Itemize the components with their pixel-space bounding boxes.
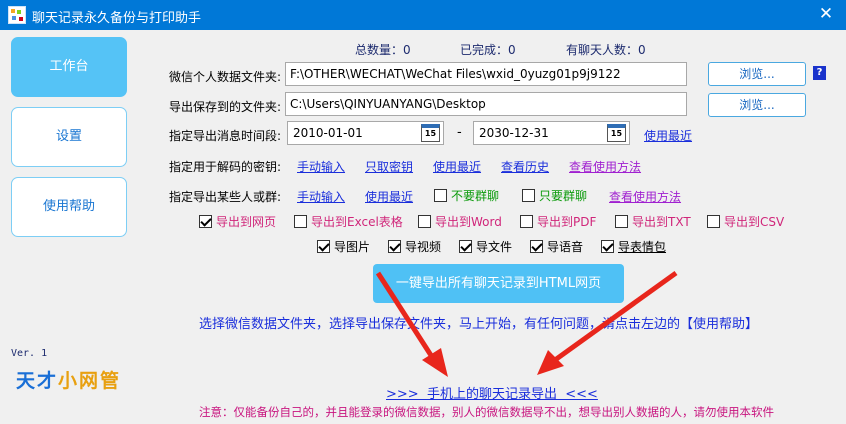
date-dash: - (457, 125, 462, 140)
notice-text: 注意：仅能备份自己的，并且能登录的微信数据，别人的微信数据导不出，想导出别人数据… (199, 405, 774, 419)
browse-data-folder-button[interactable]: 浏览... (708, 62, 806, 86)
only-group-checkbox[interactable]: 只要群聊 (522, 187, 587, 204)
save-folder-label: 导出保存到的文件夹: (169, 100, 282, 114)
key-history-link[interactable]: 查看历史 (501, 158, 549, 175)
calendar-icon[interactable]: 15 (421, 124, 440, 142)
checkbox-box[interactable] (434, 189, 447, 202)
key-use-recent-link[interactable]: 使用最近 (433, 158, 481, 175)
who-manual-input-link[interactable]: 手动输入 (297, 188, 345, 205)
export-txt-checkbox[interactable]: 导出到TXT (615, 213, 691, 230)
export-pdf-checkbox[interactable]: 导出到PDF (520, 213, 596, 230)
sidebar-item-workbench[interactable]: 工作台 (11, 37, 127, 97)
export-html-checkbox[interactable]: 导出到网页 (199, 213, 276, 230)
calendar-icon[interactable]: 15 (607, 124, 626, 142)
sidebar-item-help[interactable]: 使用帮助 (11, 177, 127, 237)
help-icon[interactable]: ? (813, 66, 826, 80)
key-fetch-only-link[interactable]: 只取密钥 (365, 158, 413, 175)
who-use-recent-link[interactable]: 使用最近 (365, 188, 413, 205)
close-button[interactable]: ✕ (806, 0, 846, 30)
who-label: 指定导出某些人或群: (169, 190, 282, 204)
date-range-label: 指定导出消息时间段: (169, 129, 282, 143)
media-voice-checkbox[interactable]: 导语音 (530, 238, 583, 255)
logo-part1: 天才 (16, 370, 59, 392)
contacts-count: 有聊天人数：0 (566, 43, 646, 57)
data-folder-input[interactable]: F:\OTHER\WECHAT\WeChat Files\wxid_0yuzg0… (285, 62, 687, 86)
data-folder-label: 微信个人数据文件夹: (169, 70, 282, 84)
total-count: 总数量：0 (355, 43, 411, 57)
title-bar: 聊天记录永久备份与打印助手 ✕ (0, 0, 846, 30)
key-howto-link[interactable]: 查看使用方法 (569, 158, 641, 175)
key-label: 指定用于解码的密钥: (169, 160, 282, 174)
version-label: Ver. 1 (11, 348, 48, 359)
media-stickers-checkbox[interactable]: 导表情包 (601, 238, 666, 255)
instruction-text: 选择微信数据文件夹，选择导出保存文件夹，马上开始，有任何问题，请点击左边的【使用… (199, 317, 759, 332)
logo-part2: 小网管 (58, 370, 122, 392)
start-date-value: 2010-01-01 (293, 126, 363, 140)
export-csv-checkbox[interactable]: 导出到CSV (707, 213, 784, 230)
mobile-export-link[interactable]: >>> 手机上的聊天记录导出 <<< (386, 383, 598, 402)
export-all-button[interactable]: 一键导出所有聊天记录到HTML网页 (373, 264, 624, 303)
no-group-checkbox[interactable]: 不要群聊 (434, 187, 499, 204)
checkbox-box[interactable] (522, 189, 535, 202)
who-howto-link[interactable]: 查看使用方法 (609, 188, 681, 205)
media-images-checkbox[interactable]: 导图片 (317, 238, 370, 255)
use-recent-date-link[interactable]: 使用最近 (644, 127, 692, 144)
sidebar-item-settings[interactable]: 设置 (11, 107, 127, 167)
media-files-checkbox[interactable]: 导文件 (459, 238, 512, 255)
app-window: 聊天记录永久备份与打印助手 ✕ 工作台 设置 使用帮助 Ver. 1 天才小网管… (0, 0, 846, 424)
key-manual-input-link[interactable]: 手动输入 (297, 158, 345, 175)
media-videos-checkbox[interactable]: 导视频 (388, 238, 441, 255)
export-word-checkbox[interactable]: 导出到Word (418, 213, 502, 230)
done-count: 已完成：0 (460, 43, 516, 57)
export-excel-checkbox[interactable]: 导出到Excel表格 (294, 213, 403, 230)
arrow-right-head (537, 350, 564, 375)
logo: 天才小网管 (16, 366, 121, 393)
arrow-left-head (422, 348, 448, 377)
end-date-value: 2030-12-31 (479, 126, 549, 140)
window-title: 聊天记录永久备份与打印助手 (32, 11, 202, 26)
app-icon (8, 6, 26, 24)
save-folder-input[interactable]: C:\Users\QINYUANYANG\Desktop (285, 92, 687, 116)
start-date-picker[interactable]: 2010-01-01 15 (287, 121, 444, 145)
browse-save-folder-button[interactable]: 浏览... (708, 93, 806, 117)
end-date-picker[interactable]: 2030-12-31 15 (473, 121, 630, 145)
